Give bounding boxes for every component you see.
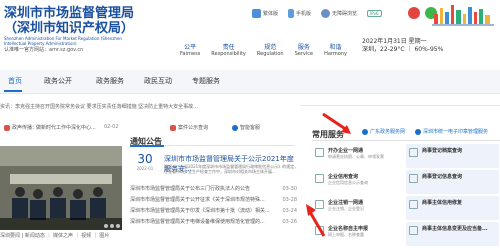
chat-icon <box>232 124 238 131</box>
date-weather: 2022年1月31日 星期一 深圳，22-29°C ｜ 60%-95% <box>362 38 444 53</box>
service-card-archive-query[interactable]: 商事登记档案查询 <box>406 144 499 168</box>
news-photo-carousel[interactable] <box>0 146 122 230</box>
repair-icon <box>409 200 418 209</box>
enterprise-icon <box>315 148 324 157</box>
value-fairness: 公平 Fairness <box>180 44 201 58</box>
notice-item[interactable]: 深圳市市场监督管理局关于印发《深圳市第十批（流动）相关... 03-24 <box>130 205 297 216</box>
main-nav: 首页 政务公开 政务服务 政民互动 专题服务 <box>0 70 500 94</box>
guangdong-service-link[interactable]: 广东政务服务网 <box>362 128 405 135</box>
news-category-tabs[interactable]: 深圳要闻 | 新闻动态 ｜ 媒体之声 ｜ 视频 ｜ 图片 <box>0 232 109 239</box>
meeting-photo <box>0 146 122 230</box>
service-card-registration-query[interactable]: 商事登记信息查询 <box>406 170 499 194</box>
policy-broadcast-link[interactable]: 做新时代工作中深化中心... <box>36 124 96 131</box>
accessibility-icon <box>321 9 331 18</box>
change-icon <box>409 226 418 235</box>
value-regulation: 规范 Regulation <box>256 44 284 58</box>
nav-government-affairs[interactable]: 政务公开 <box>44 76 72 86</box>
weibo-icon[interactable] <box>408 7 420 19</box>
featured-notice-summary: 根据《广东省2021年度深圳市市场监督管理局行政审批信息公示》的规定，在全省市场… <box>164 164 299 174</box>
service-card-credit-repair[interactable]: 商事主体信用修复 <box>406 196 499 220</box>
value-responsibility: 责任 Responsibility <box>211 44 246 58</box>
smart-service-link[interactable]: 智能客服 <box>232 124 260 131</box>
case-query-link[interactable]: 案件公示查询 <box>170 124 208 131</box>
site-header: 深圳市市场监督管理局 （深圳市知识产权局） Shenzhen Administr… <box>0 0 500 64</box>
service-card-info-change[interactable]: 商事主体信息变更及应当备... <box>406 222 499 246</box>
link-icon <box>362 128 368 135</box>
carousel-dots[interactable] <box>104 224 120 228</box>
site-title[interactable]: 深圳市市场监督管理局 （深圳市知识产权局） <box>4 6 134 36</box>
value-service: 服务 Service <box>294 44 314 58</box>
ipv6-badge: IPv6 <box>367 9 382 18</box>
policy-broadcast-date: 02-02 <box>104 124 119 130</box>
notice-list: 深圳市市场监督管理局关于公布三门行政执法人的公告 03-30 深圳市市场监督管理… <box>130 183 297 227</box>
site-subtitle-en: Shenzhen Administration For Market Regul… <box>4 36 122 46</box>
nav-active-indicator <box>4 90 22 92</box>
policy-broadcast-label: 政声传播： <box>4 124 37 131</box>
nav-interaction[interactable]: 政民互动 <box>144 76 172 86</box>
traditional-icon <box>252 9 261 18</box>
service-card-enterprise-opening[interactable]: 开办企业一网通 申请营业执照、公章、申领发票 <box>312 144 405 168</box>
accessibility-link[interactable]: 无障碍浏览 <box>321 9 357 18</box>
annotation-arrow-icon <box>306 204 326 237</box>
notice-item[interactable]: 深圳市市场监督管理局关于电梯设备维保使用规范化管理的... 03-26 <box>130 216 297 227</box>
traditional-chinese-link[interactable]: 繁体版 <box>252 9 278 18</box>
credit-icon <box>315 174 324 183</box>
notice-item[interactable]: 深圳市市场监督管理局关于公开征求《关于深圳市规范特殊... 03-28 <box>130 194 297 205</box>
registration-icon <box>409 174 418 183</box>
notice-title-underline <box>130 145 164 147</box>
mobile-icon <box>288 9 295 18</box>
news-ticker[interactable]: 资讯：李克强主持召开国务院常务会议 要求压实责任落细措施 坚决防止重特大安全事故… <box>0 103 300 110</box>
flag-icon <box>4 124 10 131</box>
city-skyline-icon <box>432 5 494 26</box>
services-external-links: 广东政务服务网 深圳市统一电子印章管理服务 <box>362 128 488 135</box>
nav-government-services[interactable]: 政务服务 <box>96 76 124 86</box>
site-title-line1: 深圳市市场监督管理局 <box>4 6 135 21</box>
values-tagline: 公平 Fairness 责任 Responsibility 规范 Regulation… <box>180 44 347 58</box>
annotation-arrow-icon <box>322 112 351 134</box>
seal-icon <box>415 128 422 135</box>
mobile-version-link[interactable]: 手机版 <box>288 9 311 18</box>
featured-notice-date: 30 2022-01 <box>136 152 154 171</box>
official-site-label: 认准唯一官方网站：amr.sz.gov.cn <box>4 47 84 53</box>
notice-item[interactable]: 深圳市市场监督管理局关于公布三门行政执法人的公告 03-30 <box>130 183 297 194</box>
services-divider <box>312 140 500 141</box>
value-harmony: 和谐 Harmony <box>324 44 347 58</box>
site-title-line2: （深圳市知识产权局） <box>4 21 135 36</box>
nav-home[interactable]: 首页 <box>8 76 22 86</box>
archive-icon <box>409 148 418 157</box>
ticker-divider <box>300 105 500 106</box>
case-icon <box>170 124 176 131</box>
e-seal-service-link[interactable]: 深圳市统一电子印章管理服务 <box>415 128 488 135</box>
top-links: 繁体版 手机版 无障碍浏览 IPv6 <box>252 9 382 18</box>
nav-special-services[interactable]: 专题服务 <box>192 76 220 86</box>
service-card-credit-query[interactable]: 企业信用查询 企业信用信息公示查询 <box>312 170 405 194</box>
